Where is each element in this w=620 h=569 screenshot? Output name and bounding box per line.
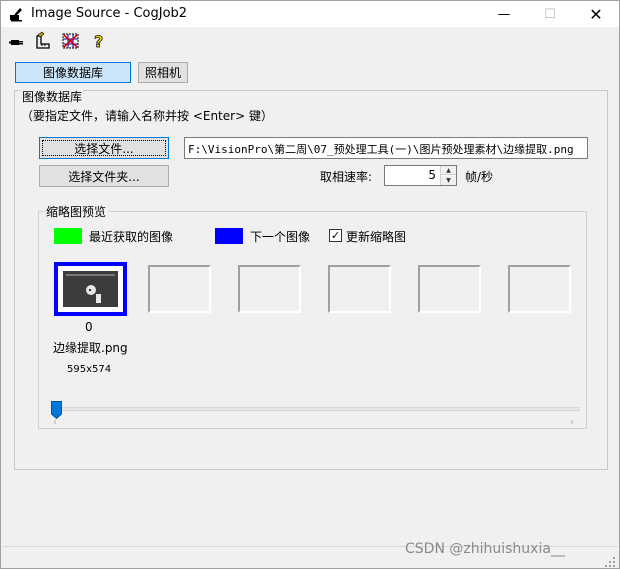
plug-icon[interactable]	[7, 31, 27, 51]
ruler-icon[interactable]	[33, 31, 53, 51]
legend-next-label: 下一个图像	[250, 230, 311, 244]
increment-button[interactable]: ▲	[441, 166, 456, 175]
rate-unit: 帧/秒	[465, 170, 494, 184]
instruction-text: （要指定文件，请输入名称并按 <Enter> 键）	[21, 109, 273, 123]
tab-camera[interactable]: 照相机	[138, 62, 188, 83]
thumbnail-slot-empty[interactable]	[418, 265, 481, 313]
app-icon	[10, 8, 22, 22]
thumbnail-0[interactable]	[54, 262, 127, 316]
thumbnail-slot-empty[interactable]	[148, 265, 211, 313]
maximize-button[interactable]: ☐	[527, 1, 573, 27]
thumbnail-filename: 边缘提取.png	[53, 341, 128, 355]
minimize-button[interactable]: —	[481, 1, 527, 27]
edge-image-preview	[63, 271, 118, 307]
svg-text:?: ?	[94, 32, 103, 51]
thumbnail-slider-handle[interactable]	[51, 401, 62, 419]
refresh-thumbnails-checkbox[interactable]: ✓	[329, 229, 342, 242]
select-file-button[interactable]: 选择文件...	[39, 137, 169, 159]
refresh-thumbnails-label: 更新缩略图	[346, 230, 407, 244]
rate-value: 5	[428, 168, 436, 182]
thumbnail-index: 0	[85, 320, 93, 334]
image-source-window: Image Source - CogJob2 — ☐ ✕ ? 图像数据库 照相机…	[0, 0, 620, 569]
toolbar: ?	[1, 28, 619, 54]
legend-recent-label: 最近获取的图像	[89, 230, 174, 244]
thumbnail-group-title: 缩略图预览	[44, 203, 109, 220]
recent-image-swatch	[54, 228, 82, 244]
slider-tick-end: ı	[571, 418, 573, 426]
resize-grip-icon[interactable]	[604, 556, 616, 568]
thumbnail-image	[63, 271, 118, 307]
select-folder-button[interactable]: 选择文件夹...	[39, 165, 169, 187]
help-icon[interactable]: ?	[90, 31, 110, 51]
thumbnail-slot-empty[interactable]	[238, 265, 301, 313]
rate-label: 取相速率:	[320, 170, 373, 184]
grid-select-icon[interactable]	[61, 31, 81, 51]
thumbnail-slider-track[interactable]	[51, 407, 579, 411]
panel-title: 图像数据库	[21, 88, 84, 105]
thumbnail-slot-empty[interactable]	[328, 265, 391, 313]
file-path-input[interactable]: F:\VisionPro\第二周\07_预处理工具(一)\图片预处理素材\边缘提…	[184, 137, 588, 159]
title-bar[interactable]: Image Source - CogJob2 — ☐ ✕	[1, 1, 619, 27]
rate-spin-buttons: ▲ ▼	[440, 166, 456, 185]
tab-image-database[interactable]: 图像数据库	[15, 62, 131, 83]
thumbnail-dimensions: 595x574	[67, 364, 112, 375]
thumbnail-slot-empty[interactable]	[508, 265, 571, 313]
decrement-button[interactable]: ▼	[441, 176, 456, 185]
window-title: Image Source - CogJob2	[31, 6, 188, 21]
watermark-text: CSDN @zhihuishuxia__	[405, 541, 565, 557]
slider-tick-start: ı	[54, 418, 56, 426]
rate-stepper[interactable]: 5 ▲ ▼	[384, 165, 457, 186]
next-image-swatch	[215, 228, 243, 244]
close-button[interactable]: ✕	[573, 1, 619, 27]
